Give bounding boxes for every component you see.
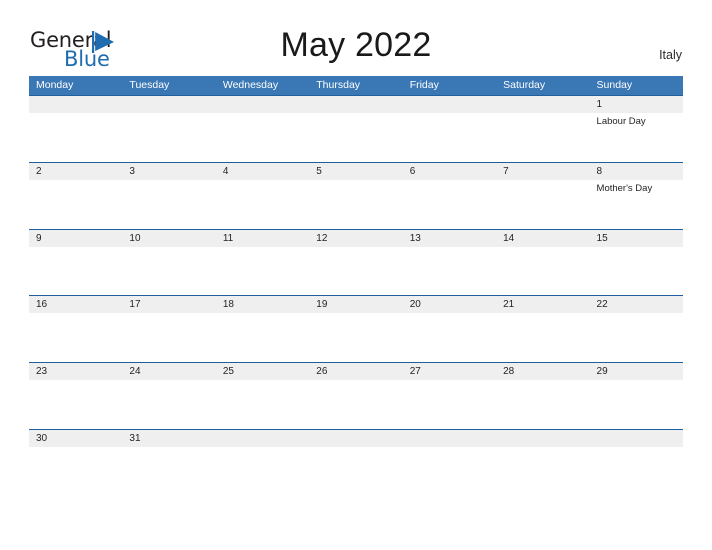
day-cell[interactable]: 16 [29, 296, 122, 362]
day-number: 13 [409, 232, 421, 244]
day-cell[interactable]: 25 [216, 363, 309, 429]
day-cell[interactable] [29, 96, 122, 162]
day-number: 6 [409, 165, 416, 177]
day-cell[interactable]: 13 [403, 230, 496, 296]
day-number: 26 [316, 366, 328, 378]
day-number: 15 [596, 232, 608, 244]
weekday-monday: Monday [36, 79, 74, 91]
weekday-friday: Friday [409, 79, 439, 91]
day-cell[interactable]: 17 [122, 296, 215, 362]
day-cell[interactable]: 20 [403, 296, 496, 362]
weekday-saturday: Saturday [503, 79, 546, 91]
week-row: 16 17 18 19 20 21 22 [29, 295, 683, 362]
day-cell[interactable]: 19 [309, 296, 402, 362]
day-cell[interactable] [309, 430, 402, 469]
day-cell[interactable]: 12 [309, 230, 402, 296]
day-number: 31 [129, 432, 141, 444]
day-number: 25 [222, 366, 234, 378]
page-header: General Blue May 2022 Italy [0, 0, 712, 76]
day-number: 8 [596, 165, 603, 177]
day-number: 20 [409, 299, 421, 311]
day-number: 30 [36, 432, 48, 444]
weekday-thursday: Thursday [316, 79, 361, 91]
day-cell[interactable] [496, 96, 589, 162]
day-number: 23 [36, 366, 48, 378]
day-number: 21 [503, 299, 515, 311]
day-number: 10 [129, 232, 141, 244]
day-cell[interactable] [403, 96, 496, 162]
weekday-sunday: Sunday [596, 79, 633, 91]
day-cell[interactable]: 29 [590, 363, 683, 429]
day-cell[interactable] [216, 430, 309, 469]
day-number: 29 [596, 366, 608, 378]
day-number: 14 [503, 232, 515, 244]
day-cell[interactable]: 30 [29, 430, 122, 469]
day-cell[interactable]: 22 [590, 296, 683, 362]
weekday-header-row: Monday Tuesday Wednesday Thursday Friday… [29, 76, 683, 95]
day-cell[interactable]: 31 [122, 430, 215, 469]
day-cell[interactable] [216, 96, 309, 162]
day-cell[interactable]: 5 [309, 163, 402, 229]
day-cell[interactable] [122, 96, 215, 162]
day-cell[interactable] [496, 430, 589, 469]
day-cell[interactable]: 23 [29, 363, 122, 429]
week-row: 1 Labour Day [29, 95, 683, 162]
day-cell[interactable]: 10 [122, 230, 215, 296]
day-cell[interactable]: 3 [122, 163, 215, 229]
day-number: 5 [316, 165, 322, 177]
day-cell[interactable]: 26 [309, 363, 402, 429]
day-event: Mother's Day [596, 182, 653, 194]
day-cell[interactable]: 2 [29, 163, 122, 229]
day-number: 4 [222, 165, 229, 177]
weekday-wednesday: Wednesday [222, 79, 279, 91]
day-number: 7 [503, 165, 509, 177]
day-number: 11 [222, 232, 234, 244]
week-row: 23 24 25 26 27 28 29 [29, 362, 683, 429]
day-cell[interactable]: 8 Mother's Day [590, 163, 683, 229]
week-row: 9 10 11 12 13 14 15 [29, 228, 683, 296]
day-number: 17 [129, 299, 141, 311]
calendar-grid: Monday Tuesday Wednesday Thursday Friday… [29, 76, 683, 469]
day-number: 28 [503, 366, 515, 378]
calendar-page: General Blue May 2022 Italy Monday Tuesd… [0, 0, 712, 550]
day-number: 3 [129, 165, 135, 177]
day-cell[interactable]: 9 [29, 230, 122, 296]
week-row: 2 3 4 5 6 7 8 Mother's Day [29, 161, 683, 229]
day-cell[interactable]: 18 [216, 296, 309, 362]
day-number: 16 [36, 299, 48, 311]
day-cell[interactable]: 4 [216, 163, 309, 229]
day-cell[interactable] [590, 430, 683, 469]
weekday-tuesday: Tuesday [129, 79, 170, 91]
week-row: 30 31 [29, 428, 683, 469]
day-cell[interactable]: 21 [496, 296, 589, 362]
day-number: 1 [596, 99, 603, 110]
day-number: 2 [36, 165, 42, 177]
day-cell[interactable]: 11 [216, 230, 309, 296]
day-cell[interactable]: 1 Labour Day [590, 96, 683, 162]
day-number: 27 [409, 366, 421, 378]
day-number: 18 [222, 299, 234, 311]
day-cell[interactable]: 24 [122, 363, 215, 429]
day-cell[interactable]: 15 [590, 230, 683, 296]
day-cell[interactable]: 27 [403, 363, 496, 429]
day-number: 19 [316, 299, 328, 311]
page-title: May 2022 [280, 26, 432, 64]
country-label: Italy [659, 48, 682, 62]
day-number: 12 [316, 232, 328, 244]
day-cell[interactable]: 6 [403, 163, 496, 229]
day-cell[interactable]: 28 [496, 363, 589, 429]
day-cell[interactable] [403, 430, 496, 469]
day-cell[interactable]: 14 [496, 230, 589, 296]
day-number: 24 [129, 366, 141, 378]
day-cell[interactable]: 7 [496, 163, 589, 229]
day-cell[interactable] [309, 96, 402, 162]
day-number: 9 [36, 232, 42, 244]
day-event: Labour Day [596, 116, 646, 127]
day-number: 22 [596, 299, 608, 311]
